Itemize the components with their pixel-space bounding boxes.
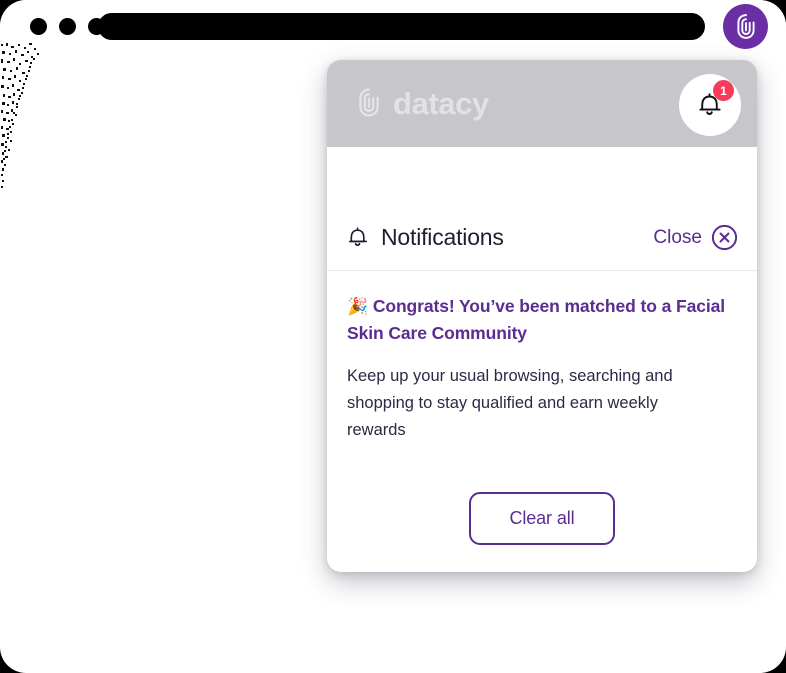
notifications-panel: Notifications Close 🎉 Congrats! You’ve b…: [327, 205, 757, 572]
notifications-titlebar: Notifications Close: [327, 205, 757, 271]
close-button[interactable]: Close: [653, 224, 738, 251]
browser-chrome-bar: [0, 0, 786, 52]
datacy-extension-icon[interactable]: [723, 4, 768, 49]
window-control-close[interactable]: [30, 18, 47, 35]
datacy-extension-popup: datacy 1 Notifications Close 🎉 Congrats!…: [327, 60, 757, 572]
clear-all-button[interactable]: Clear all: [469, 491, 615, 545]
notification-list: 🎉 Congrats! You’ve been matched to a Fac…: [327, 271, 757, 545]
fingerprint-icon: [359, 88, 379, 117]
window-controls[interactable]: [30, 18, 105, 35]
notifications-title-group: Notifications: [346, 224, 504, 251]
close-circle-icon: [711, 224, 738, 251]
bell-icon: [348, 227, 368, 247]
notification-body-text: Keep up your usual browsing, searching a…: [347, 367, 673, 439]
noise-texture-decoration: [1, 43, 39, 188]
notification-count-badge: 1: [713, 80, 734, 101]
notification-headline: 🎉 Congrats! You’ve been matched to a Fac…: [347, 293, 737, 347]
browser-window: datacy 1 Notifications Close 🎉 Congrats!…: [0, 0, 786, 673]
datacy-wordmark: datacy: [393, 85, 489, 121]
datacy-brand: datacy: [354, 86, 489, 120]
clear-all-row: Clear all: [347, 491, 737, 545]
window-control-minimize[interactable]: [59, 18, 76, 35]
notifications-bell-button[interactable]: 1: [679, 74, 741, 136]
notification-headline-text: Congrats! You’ve been matched to a Facia…: [347, 296, 725, 344]
list-item: 🎉 Congrats! You’ve been matched to a Fac…: [347, 293, 737, 444]
close-button-label: Close: [653, 226, 702, 248]
page-title: Notifications: [381, 224, 504, 250]
popup-app-header: datacy 1: [327, 60, 757, 147]
address-bar[interactable]: [98, 13, 705, 40]
fingerprint-icon: [736, 13, 755, 39]
party-popper-icon: 🎉: [347, 297, 369, 316]
